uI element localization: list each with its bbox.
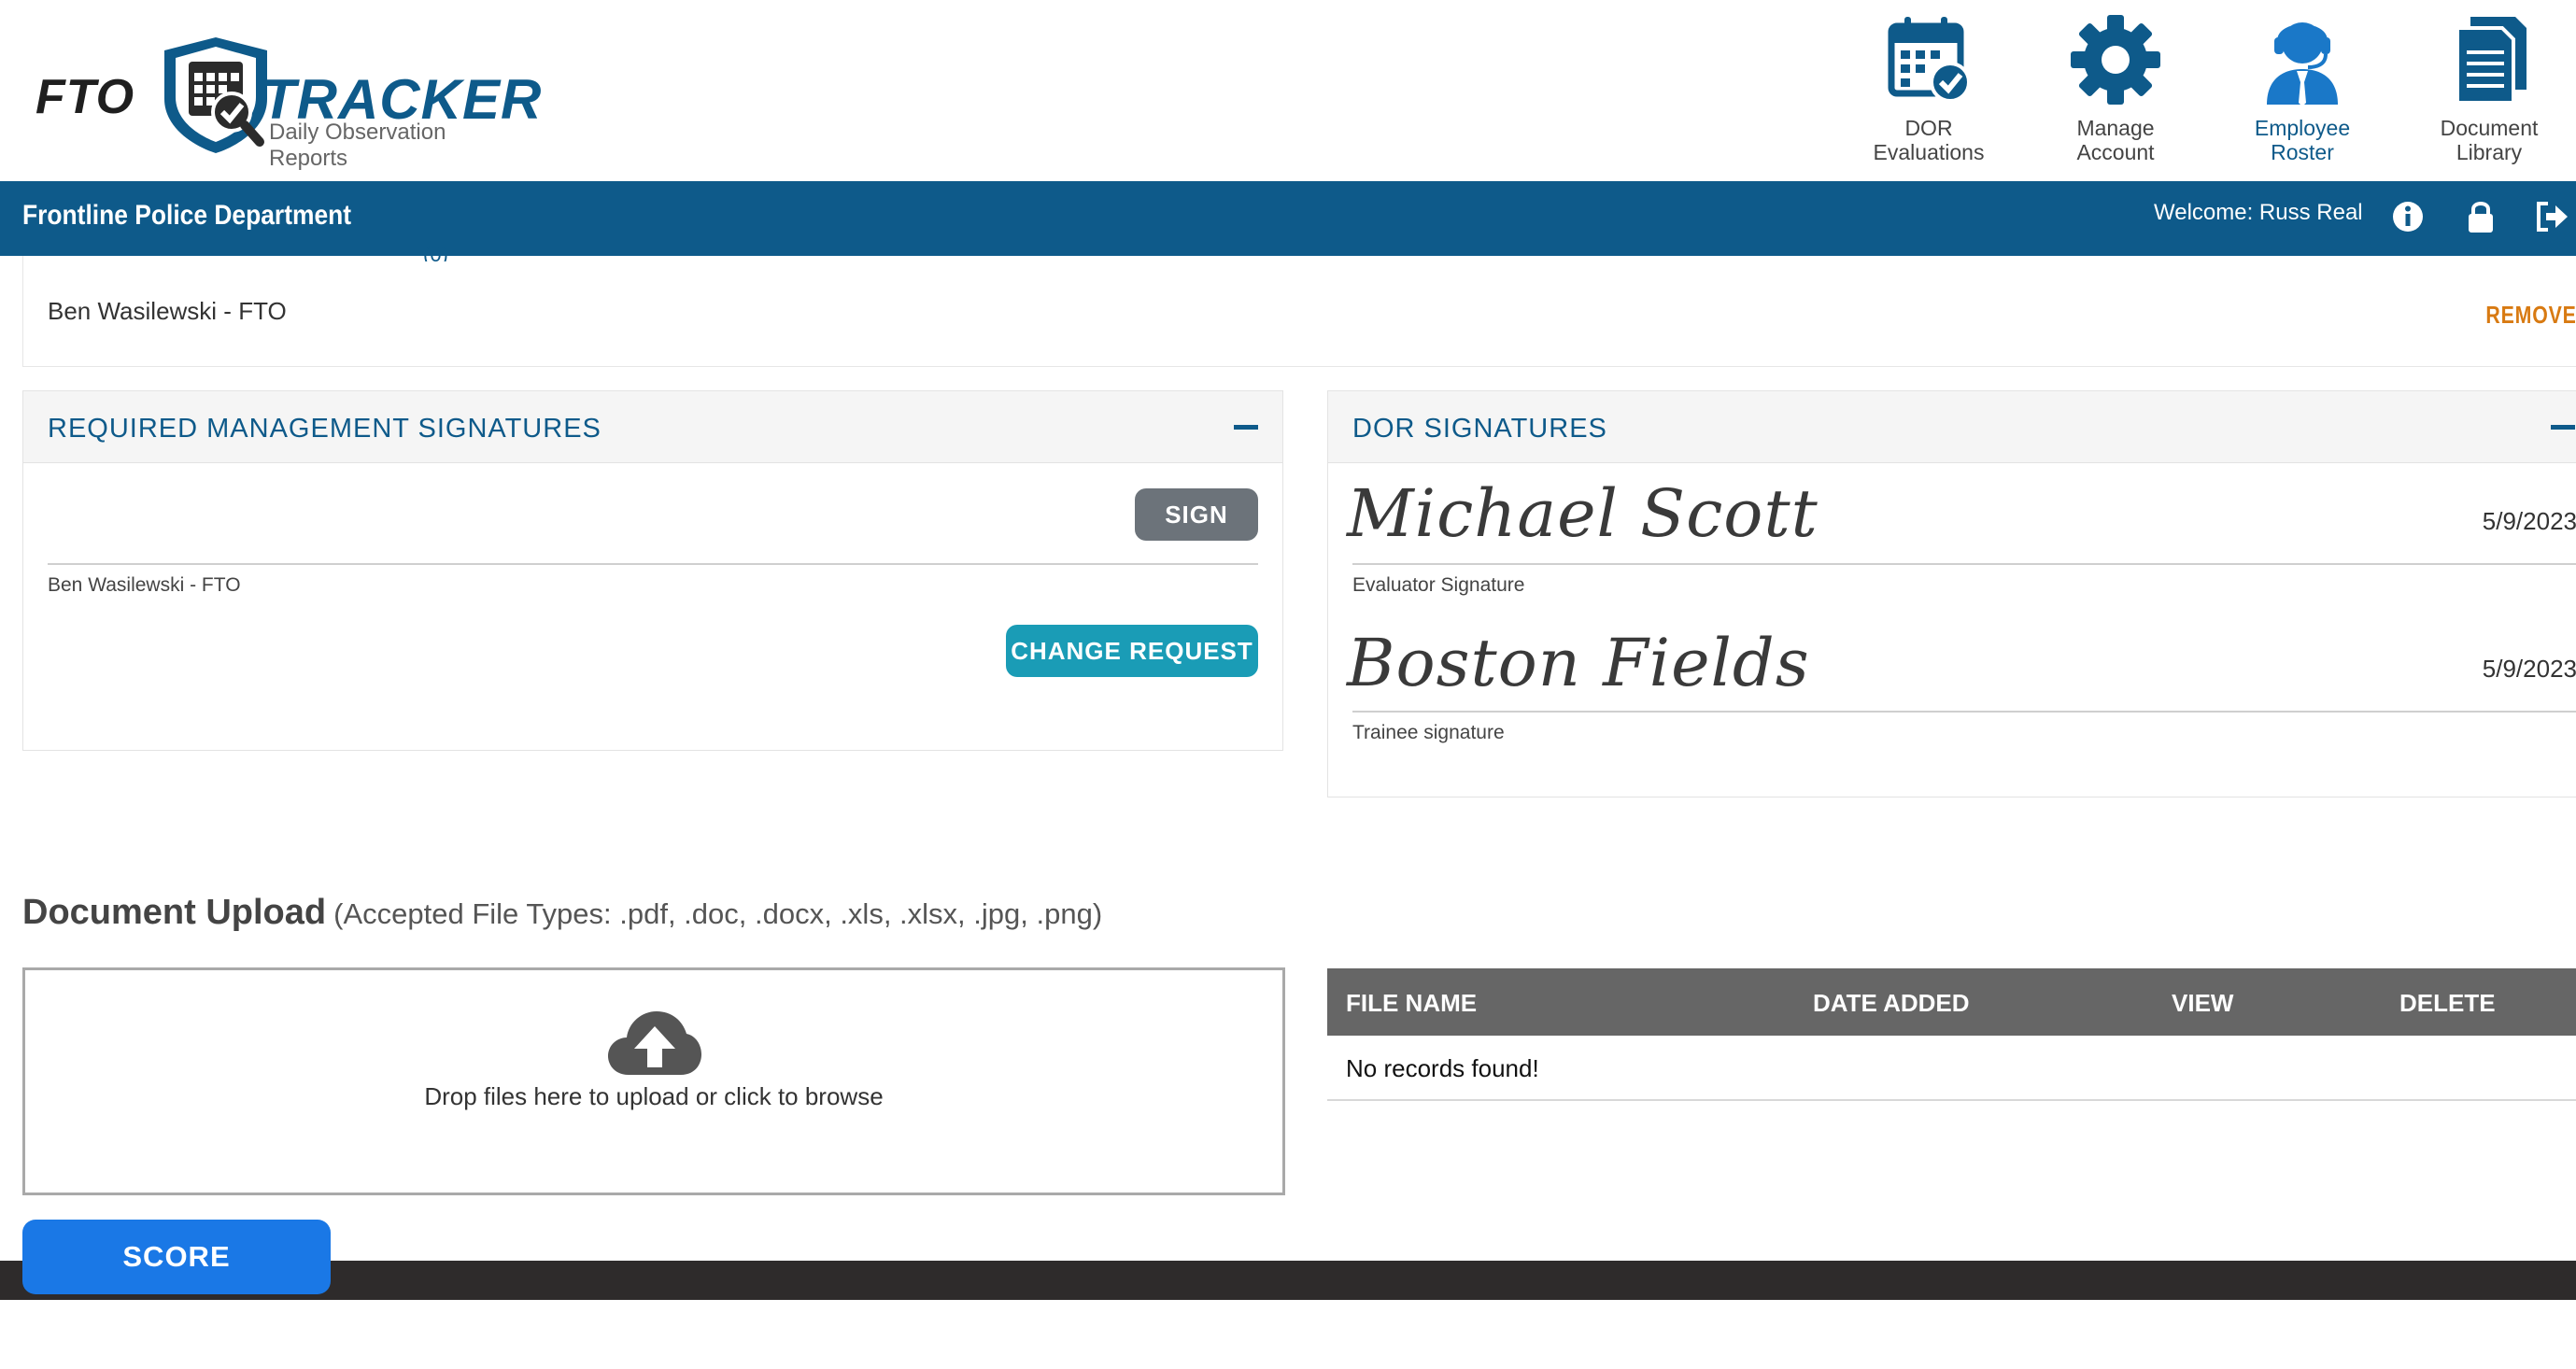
signature-line — [48, 563, 1258, 565]
signer-name: Ben Wasilewski - FTO — [48, 574, 241, 596]
documents-icon — [2456, 17, 2526, 105]
dor-signatures-panel: DOR SIGNATURES Michael Scott 5/9/2023 Ev… — [1327, 390, 2576, 797]
column-header-date-added[interactable]: DATE ADDED — [1813, 989, 1970, 1018]
panel-title: DOR SIGNATURES — [1352, 414, 1607, 444]
panel-title: REQUIRED MANAGEMENT SIGNATURES — [48, 414, 602, 444]
nav-label-line2: Roster — [2271, 140, 2334, 164]
score-definitions-button[interactable]: SCORE DEFINITIONS — [22, 1220, 331, 1348]
sign-button[interactable]: SIGN — [1135, 488, 1258, 541]
nav-document-library[interactable]: Document Library — [2396, 13, 2576, 172]
gear-icon — [2071, 15, 2160, 105]
signature-label: Evaluator Signature — [1352, 574, 1525, 596]
column-header-view: VIEW — [2172, 989, 2234, 1017]
assigned-fto-card: (0) Ben Wasilewski - FTO REMOVE — [22, 243, 2576, 367]
user-headset-icon — [2267, 22, 2338, 106]
panel-header: DOR SIGNATURES — [1328, 391, 2576, 463]
signature-date: 5/9/2023 — [2482, 507, 2576, 535]
department-bar: Frontline Police Department Welcome: Rus… — [0, 181, 2576, 256]
welcome-text: Welcome: Russ Real — [2154, 200, 2363, 225]
document-upload-heading: Document Upload (Accepted File Types: .pd… — [22, 893, 1102, 933]
trainee-signature-image: Boston Fields — [1347, 625, 1810, 701]
signature-label: Trainee signature — [1352, 722, 1505, 743]
clipped-text: (0) — [423, 243, 448, 261]
table-row-empty: No records found! — [1327, 1036, 2576, 1101]
collapse-icon[interactable] — [2549, 417, 2576, 438]
fto-tracker-logo[interactable]: FTO TRACKER Daily Observation Reports — [35, 34, 541, 171]
empty-message: No records found! — [1346, 1054, 1539, 1082]
signature-line — [1352, 563, 2576, 565]
logo-subtitle: Daily Observation Reports — [269, 120, 446, 171]
top-header: FTO TRACKER Daily Observation Reports DO… — [0, 0, 2576, 181]
change-request-button[interactable]: CHANGE REQUEST — [1006, 625, 1258, 677]
column-header-file-name[interactable]: FILE NAME — [1346, 989, 1477, 1018]
nav-label-line2: Evaluations — [1873, 140, 1985, 164]
nav-label-line1: DOR — [1904, 116, 1953, 140]
dropzone-text: Drop files here to upload or click to br… — [424, 1082, 884, 1110]
nav-label-line1: Manage — [2076, 116, 2155, 140]
nav-label-line2: Account — [2076, 140, 2155, 164]
page-footer — [0, 1261, 2576, 1300]
accepted-file-types: (Accepted File Types: .pdf, .doc, .docx,… — [333, 897, 1103, 930]
panel-header: REQUIRED MANAGEMENT SIGNATURES — [23, 391, 1282, 463]
upload-title: Document Upload — [22, 893, 327, 932]
calendar-check-icon — [1888, 17, 1971, 103]
department-name: Frontline Police Department — [22, 200, 352, 231]
logout-icon[interactable] — [2533, 198, 2570, 235]
lock-icon[interactable] — [2462, 198, 2499, 235]
signature-date: 5/9/2023 — [2482, 655, 2576, 683]
required-management-signatures-panel: REQUIRED MANAGEMENT SIGNATURES SIGN Ben … — [22, 390, 1283, 751]
remove-link[interactable]: REMOVE — [2486, 301, 2576, 330]
evaluator-signature-image: Michael Scott — [1347, 475, 1819, 552]
nav-manage-account[interactable]: Manage Account — [2022, 13, 2209, 172]
logo-fto-text: FTO — [35, 70, 135, 124]
collapse-icon[interactable] — [1232, 417, 1260, 438]
nav-label-line1: Employee — [2254, 116, 2351, 140]
cloud-upload-icon — [608, 1011, 701, 1075]
file-dropzone[interactable]: Drop files here to upload or click to br… — [22, 967, 1285, 1195]
nav-dor-evaluations[interactable]: DOR Evaluations — [1835, 13, 2022, 172]
info-icon[interactable] — [2389, 198, 2427, 235]
column-header-delete: DELETE — [2399, 989, 2496, 1017]
table-header: FILE NAME DATE ADDED VIEW DELETE — [1327, 968, 2576, 1036]
nav-label-line2: Library — [2456, 140, 2523, 164]
assigned-fto-name: Ben Wasilewski - FTO — [48, 297, 287, 325]
signature-line — [1352, 711, 2576, 713]
nav-label-line1: Document — [2440, 116, 2539, 140]
nav-employee-roster[interactable]: Employee Roster — [2209, 13, 2396, 172]
